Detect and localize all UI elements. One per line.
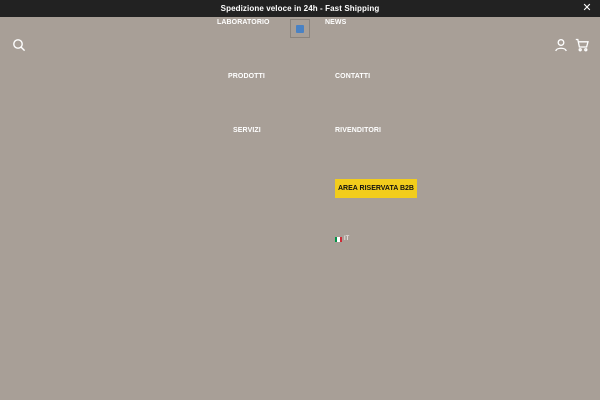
nav-news[interactable]: NEWS xyxy=(325,19,346,26)
close-icon[interactable]: ✕ xyxy=(581,2,593,14)
nav-contatti[interactable]: CONTATTI xyxy=(335,73,370,80)
logo[interactable] xyxy=(290,19,310,38)
nav-laboratorio[interactable]: LABORATORIO xyxy=(217,19,270,26)
cart-icon[interactable] xyxy=(575,38,589,52)
b2b-area-button[interactable]: AREA RISERVATA B2B xyxy=(335,179,417,198)
language-label: IT xyxy=(344,236,350,242)
language-selector[interactable]: IT xyxy=(335,236,349,242)
nav-prodotti[interactable]: PRODOTTI xyxy=(228,73,265,80)
announcement-bar: Spedizione veloce in 24h - Fast Shipping… xyxy=(0,0,600,17)
logo-mark-icon xyxy=(296,24,304,33)
announcement-text: Spedizione veloce in 24h - Fast Shipping xyxy=(220,4,380,13)
search-icon[interactable] xyxy=(12,38,26,52)
b2b-area-label: AREA RISERVATA B2B xyxy=(338,185,414,192)
flag-stripe-red xyxy=(339,236,342,242)
nav-servizi[interactable]: SERVIZI xyxy=(233,127,261,134)
user-icon[interactable] xyxy=(554,38,568,52)
nav-rivenditori[interactable]: RIVENDITORI xyxy=(335,127,381,134)
italy-flag-icon xyxy=(335,236,342,242)
